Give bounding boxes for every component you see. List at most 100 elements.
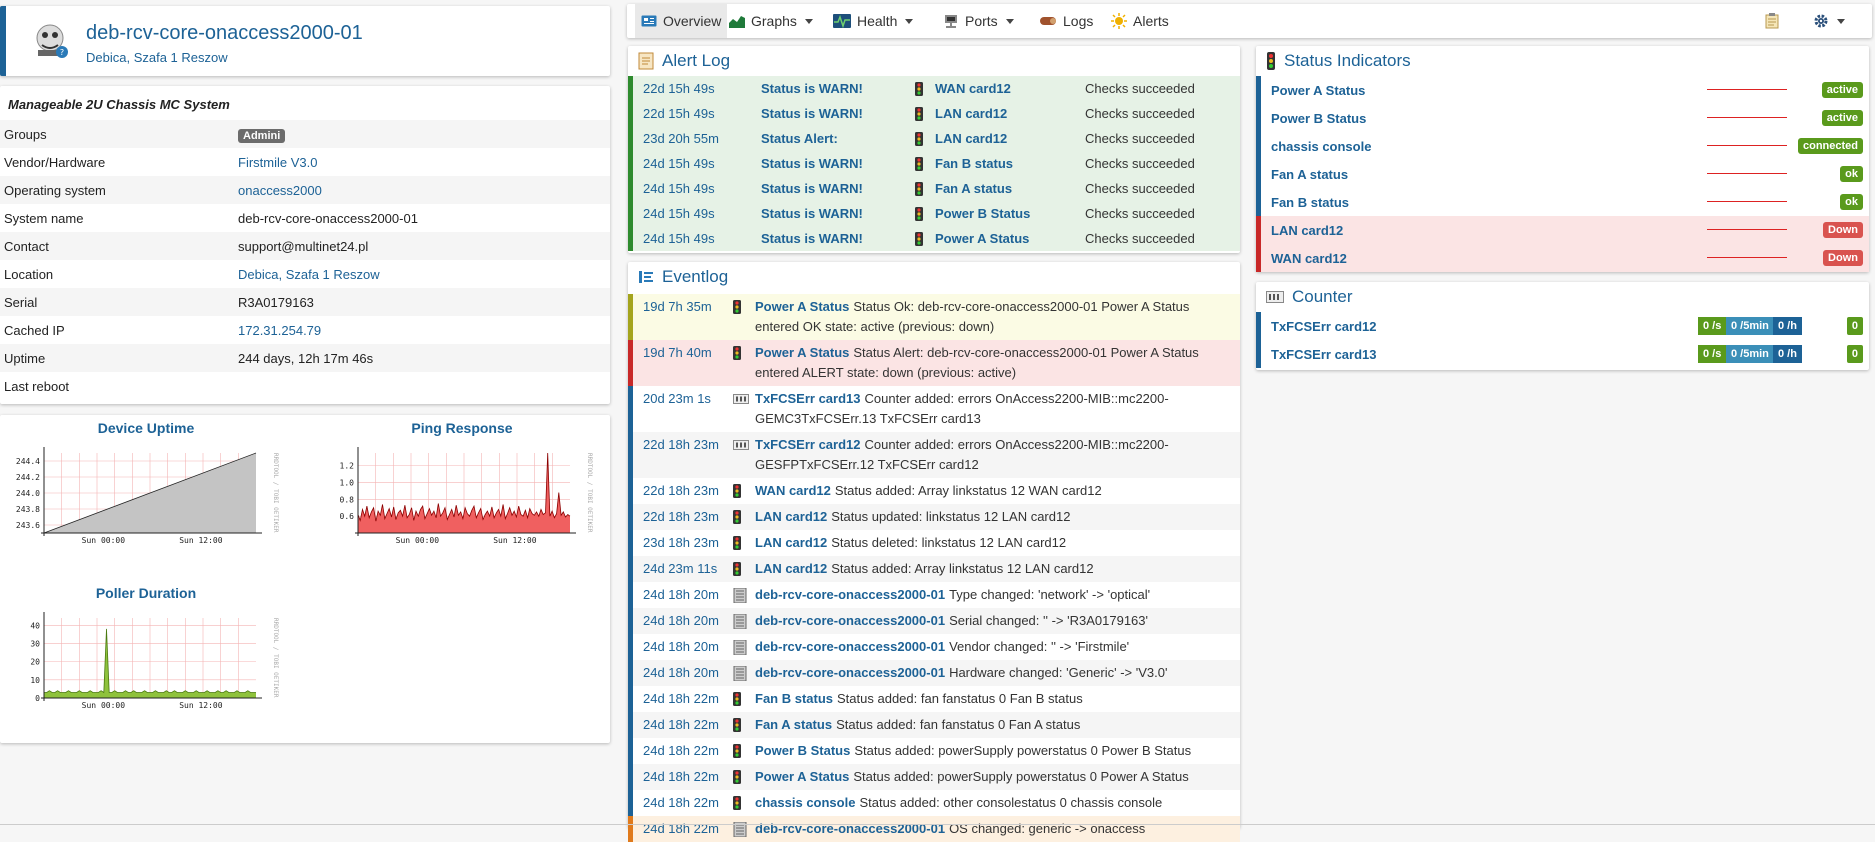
os-link[interactable]: onaccess2000 [238, 183, 606, 198]
event-entity[interactable]: Power A Status [755, 769, 849, 784]
alert-entity[interactable]: LAN card12 [935, 106, 1007, 121]
alert-status[interactable]: Status is WARN! [761, 181, 863, 196]
alert-entity[interactable]: Power B Status [935, 206, 1030, 221]
alert-log-row[interactable]: 24d 15h 49s Status is WARN! Power B Status… [628, 201, 1240, 226]
alert-status[interactable]: Status is WARN! [761, 206, 863, 221]
counter-name[interactable]: TxFCSErr card12 [1271, 319, 1377, 334]
status-row[interactable]: chassis console connected [1256, 132, 1869, 160]
event-entity[interactable]: TxFCSErr card12 [755, 437, 861, 452]
alert-log-row[interactable]: 22d 15h 49s Status is WARN! WAN card12 Chec… [628, 76, 1240, 101]
eventlog-row[interactable]: 24d 18h 20m deb-rcv-core-onaccess2000-01 H… [628, 660, 1240, 686]
eventlog-row[interactable]: 24d 18h 22m chassis console Status added: … [628, 790, 1240, 816]
alert-entity[interactable]: Power A Status [935, 231, 1029, 246]
status-row[interactable]: LAN card12 Down [1256, 216, 1869, 244]
event-entity[interactable]: deb-rcv-core-onaccess2000-01 [755, 665, 945, 680]
event-entity[interactable]: deb-rcv-core-onaccess2000-01 [755, 613, 945, 628]
alert-status[interactable]: Status is WARN! [761, 231, 863, 246]
status-name[interactable]: chassis console [1271, 139, 1371, 154]
alert-log-row[interactable]: 24d 15h 49s Status is WARN! Fan B status Ch… [628, 151, 1240, 176]
status-name[interactable]: Fan B status [1271, 195, 1349, 210]
tab-logs[interactable]: Logs [1033, 4, 1099, 38]
alert-status[interactable]: Status is WARN! [761, 106, 863, 121]
notes-button[interactable] [1759, 4, 1785, 38]
status-name[interactable]: WAN card12 [1271, 251, 1347, 266]
tab-ports[interactable]: Ports [937, 4, 1020, 38]
alert-entity[interactable]: LAN card12 [935, 131, 1007, 146]
status-indicators-title[interactable]: Status Indicators [1284, 51, 1411, 71]
alert-entity[interactable]: Fan A status [935, 181, 1012, 196]
alert-entity[interactable]: Fan B status [935, 156, 1013, 171]
alert-status[interactable]: Status Alert: [761, 131, 838, 146]
event-entity[interactable]: Fan B status [755, 691, 833, 706]
eventlog-row[interactable]: 24d 18h 20m deb-rcv-core-onaccess2000-01 V… [628, 634, 1240, 660]
counter-title[interactable]: Counter [1292, 287, 1352, 307]
group-badge[interactable]: Admini [238, 128, 286, 143]
alert-log-row[interactable]: 24d 15h 49s Status is WARN! Fan A status Ch… [628, 176, 1240, 201]
eventlog-row[interactable]: 24d 18h 22m deb-rcv-core-onaccess2000-01 O… [628, 816, 1240, 842]
status-name[interactable]: Fan A status [1271, 167, 1348, 182]
eventlog-row[interactable]: 22d 18h 23m WAN card12 Status added: Array… [628, 478, 1240, 504]
alert-status[interactable]: Status is WARN! [761, 81, 863, 96]
event-entity[interactable]: Power B Status [755, 743, 850, 758]
ip-link[interactable]: 172.31.254.79 [238, 323, 606, 338]
status-row[interactable]: Fan A status ok [1256, 160, 1869, 188]
alert-log-row[interactable]: 22d 15h 49s Status is WARN! LAN card12 Chec… [628, 101, 1240, 126]
poller-graph[interactable]: 40 30 20 10 0 Sun 00:00 Sun 12:00 RRDTOOL / TOB… [0, 606, 290, 731]
eventlog-row[interactable]: 19d 7h 35m Power A Status Status Ok: deb-r… [628, 294, 1240, 340]
event-entity[interactable]: TxFCSErr card13 [755, 391, 861, 406]
tab-health[interactable]: Health [827, 4, 919, 38]
device-location[interactable]: Debica, Szafa 1 Reszow [86, 50, 228, 65]
alert-entity[interactable]: WAN card12 [935, 81, 1011, 96]
eventlog-row[interactable]: 24d 18h 20m deb-rcv-core-onaccess2000-01 S… [628, 608, 1240, 634]
event-entity[interactable]: chassis console [755, 795, 855, 810]
event-entity[interactable]: LAN card12 [755, 509, 827, 524]
alert-status[interactable]: Status is WARN! [761, 156, 863, 171]
uptime-graph-title[interactable]: Device Uptime [16, 420, 276, 436]
eventlog-row[interactable]: 23d 18h 23m LAN card12 Status deleted: lin… [628, 530, 1240, 556]
event-entity[interactable]: LAN card12 [755, 535, 827, 550]
status-name[interactable]: Power A Status [1271, 83, 1365, 98]
event-entity[interactable]: deb-rcv-core-onaccess2000-01 [755, 587, 945, 602]
location-link[interactable]: Debica, Szafa 1 Reszow [238, 267, 606, 282]
alert-log-title[interactable]: Alert Log [662, 51, 730, 71]
counter-row[interactable]: TxFCSErr card12 0 /s 0 /5min 0 /h 0 [1256, 312, 1869, 340]
event-entity[interactable]: LAN card12 [755, 561, 827, 576]
overview-key: Location [4, 266, 54, 282]
eventlog-row[interactable]: 24d 18h 20m deb-rcv-core-onaccess2000-01 T… [628, 582, 1240, 608]
event-entity[interactable]: deb-rcv-core-onaccess2000-01 [755, 639, 945, 654]
alert-log-row[interactable]: 23d 20h 55m Status Alert: LAN card12 Checks… [628, 126, 1240, 151]
tab-alerts[interactable]: Alerts [1105, 4, 1175, 38]
status-row[interactable]: Power A Status active [1256, 76, 1869, 104]
eventlog-title[interactable]: Eventlog [662, 267, 728, 287]
status-row[interactable]: WAN card12 Down [1256, 244, 1869, 272]
settings-button[interactable] [1807, 4, 1851, 38]
eventlog-row[interactable]: 24d 23m 11s LAN card12 Status added: Array… [628, 556, 1240, 582]
tab-graphs[interactable]: Graphs [723, 4, 819, 38]
poller-graph-title[interactable]: Poller Duration [16, 585, 276, 601]
eventlog-row[interactable]: 19d 7h 40m Power A Status Status Alert: de… [628, 340, 1240, 386]
ping-graph-title[interactable]: Ping Response [332, 420, 592, 436]
eventlog-row[interactable]: 22d 18h 23m LAN card12 Status updated: lin… [628, 504, 1240, 530]
eventlog-row[interactable]: 24d 18h 22m Power A Status Status added: p… [628, 764, 1240, 790]
counter-name[interactable]: TxFCSErr card13 [1271, 347, 1377, 362]
counter-row[interactable]: TxFCSErr card13 0 /s 0 /5min 0 /h 0 [1256, 340, 1869, 368]
status-name[interactable]: LAN card12 [1271, 223, 1343, 238]
event-entity[interactable]: Fan A status [755, 717, 832, 732]
event-entity[interactable]: Power A Status [755, 299, 849, 314]
status-name[interactable]: Power B Status [1271, 111, 1366, 126]
status-row[interactable]: Power B Status active [1256, 104, 1869, 132]
status-row[interactable]: Fan B status ok [1256, 188, 1869, 216]
eventlog-row[interactable]: 22d 18h 23m TxFCSErr card12 Counter added:… [628, 432, 1240, 478]
vendor-link[interactable]: Firstmile V3.0 [238, 155, 606, 170]
eventlog-row[interactable]: 24d 18h 22m Fan B status Status added: fan… [628, 686, 1240, 712]
eventlog-row[interactable]: 20d 23m 1s TxFCSErr card13 Counter added: … [628, 386, 1240, 432]
eventlog-row[interactable]: 24d 18h 22m Fan A status Status added: fan… [628, 712, 1240, 738]
event-entity[interactable]: WAN card12 [755, 483, 831, 498]
eventlog-row[interactable]: 24d 18h 22m Power B Status Status added: p… [628, 738, 1240, 764]
event-entity[interactable]: Power A Status [755, 345, 849, 360]
tab-overview[interactable]: Overview [635, 4, 728, 38]
ping-graph[interactable]: 1.2 1.0 0.8 0.6 Sun 00:00 Sun 12:00 RRDTOOL / … [300, 441, 605, 566]
alert-log-row[interactable]: 24d 15h 49s Status is WARN! Power A Status… [628, 226, 1240, 251]
device-title[interactable]: deb-rcv-core-onaccess2000-01 [86, 22, 363, 45]
uptime-graph[interactable]: 244.4 244.2 244.0 243.8 243.6 Sun 00:00 Sun 12… [0, 441, 290, 566]
